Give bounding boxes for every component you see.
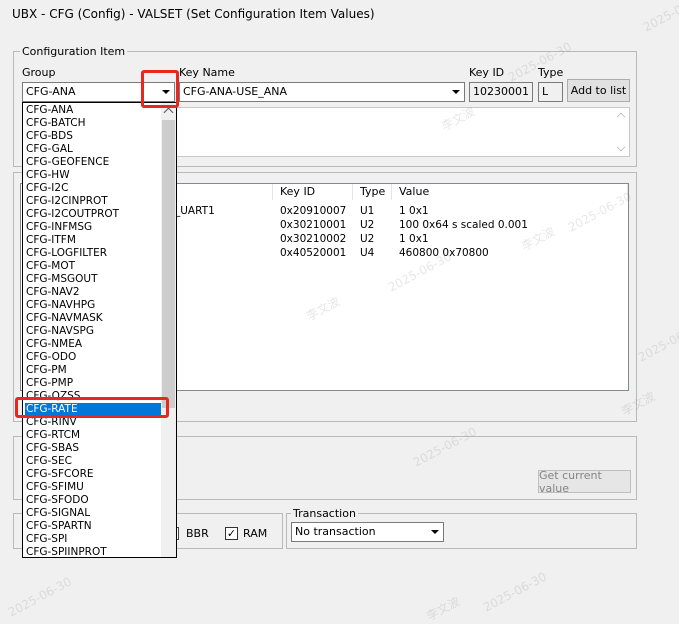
group-dropdown-items: CFG-ANA CFG-BATCH CFG-BDS CFG-GAL CFG-GEOFEN…	[23, 103, 164, 559]
group-option[interactable]: CFG-RTCM	[25, 429, 164, 442]
group-option[interactable]: CFG-SPIINPROT	[25, 546, 164, 559]
group-label: Group	[22, 66, 56, 79]
group-option[interactable]: CFG-SPI	[25, 533, 164, 546]
group-option[interactable]: CFG-SFODO	[25, 494, 164, 507]
row-value: 1 0x1	[399, 205, 429, 217]
key-id-field[interactable]: 10230001	[469, 82, 533, 102]
group-option[interactable]: CFG-GAL	[25, 143, 164, 156]
scroll-down-icon[interactable]	[616, 142, 626, 152]
group-option[interactable]: CFG-NAVSPG	[25, 325, 164, 338]
column-header-value[interactable]: Value	[392, 184, 628, 200]
row-key-id: 0x20910007	[280, 205, 347, 217]
transaction-select-value: No transaction	[295, 525, 376, 538]
group-option[interactable]: CFG-SEC	[25, 455, 164, 468]
group-option[interactable]: CFG-ODO	[25, 351, 164, 364]
group-option[interactable]: CFG-I2COUTPROT	[25, 208, 164, 221]
row-key-id: 0x40520001	[280, 247, 347, 259]
group-option[interactable]: CFG-SIGNAL	[25, 507, 164, 520]
group-option[interactable]: CFG-MSGOUT	[25, 273, 164, 286]
watermark-text: 2025-06-30	[480, 569, 549, 615]
window-title: UBX - CFG (Config) - VALSET (Set Configu…	[12, 7, 375, 21]
group-option[interactable]: CFG-SPARTN	[25, 520, 164, 533]
scrollbar-thumb[interactable]	[162, 120, 175, 408]
group-option[interactable]: CFG-NAV2	[25, 286, 164, 299]
group-option[interactable]: CFG-NAVHPG	[25, 299, 164, 312]
get-current-value-button[interactable]: Get current value	[538, 469, 631, 495]
group-option[interactable]: CFG-ANA	[25, 104, 164, 117]
group-dropdown-list[interactable]: CFG-ANA CFG-BATCH CFG-BDS CFG-GAL CFG-GEOFEN…	[22, 102, 177, 558]
group-select[interactable]: CFG-ANA	[22, 82, 175, 102]
group-select-value: CFG-ANA	[26, 85, 76, 98]
group-option[interactable]: CFG-BATCH	[25, 117, 164, 130]
chevron-down-icon	[430, 529, 439, 534]
group-option[interactable]: CFG-SFCORE	[25, 468, 164, 481]
key-name-select-value: CFG-ANA-USE_ANA	[183, 85, 288, 98]
group-option[interactable]: CFG-SFIMU	[25, 481, 164, 494]
watermark-text: 2025-06-30	[640, 0, 679, 35]
description-box	[175, 107, 630, 157]
group-option[interactable]: CFG-MOT	[25, 260, 164, 273]
group-option[interactable]: CFG-LOGFILTER	[25, 247, 164, 260]
row-value: 1 0x1	[399, 233, 429, 245]
row-name: _UART1	[175, 205, 215, 217]
row-value: 460800 0x70800	[399, 247, 489, 259]
group-option[interactable]: CFG-BDS	[25, 130, 164, 143]
ram-label: RAM	[243, 527, 268, 540]
group-option[interactable]: CFG-SBAS	[25, 442, 164, 455]
row-value: 100 0x64 s scaled 0.001	[399, 219, 528, 231]
column-header-type[interactable]: Type	[353, 184, 392, 200]
group-option[interactable]: CFG-HW	[25, 169, 164, 182]
row-key-id: 0x30210001	[280, 219, 347, 231]
group-option[interactable]: CFG-I2C	[25, 182, 164, 195]
group-option[interactable]: CFG-INFMSG	[25, 221, 164, 234]
column-header-key-id[interactable]: Key ID	[273, 184, 353, 200]
chevron-down-icon	[451, 89, 460, 94]
group-option[interactable]: CFG-PM	[25, 364, 164, 377]
key-name-label: Key Name	[179, 66, 235, 79]
group-option[interactable]: CFG-RATE	[25, 403, 164, 416]
watermark-text: 2025-06-30	[5, 574, 74, 620]
watermark-text: 2025-06-30	[635, 319, 679, 365]
transaction-select[interactable]: No transaction	[291, 522, 444, 542]
key-name-dropdown-button[interactable]	[448, 84, 463, 99]
transaction-legend: Transaction	[291, 507, 358, 520]
transaction-dropdown-button[interactable]	[427, 524, 442, 539]
bbr-label: BBR	[186, 527, 209, 540]
group-option[interactable]: CFG-PMP	[25, 377, 164, 390]
watermark-text: 李文波	[424, 594, 463, 624]
key-id-label: Key ID	[469, 66, 505, 79]
group-option[interactable]: CFG-I2CINPROT	[25, 195, 164, 208]
row-key-id: 0x30210002	[280, 233, 347, 245]
chevron-down-icon	[161, 89, 170, 94]
type-label: Type	[538, 66, 564, 79]
ram-checkbox[interactable]: ✓	[225, 527, 238, 540]
row-type: U4	[360, 247, 375, 259]
group-option[interactable]: CFG-NAVMASK	[25, 312, 164, 325]
group-option[interactable]: CFG-ITFM	[25, 234, 164, 247]
group-option[interactable]: CFG-QZSS	[25, 390, 164, 403]
dropdown-scrollbar[interactable]	[161, 103, 176, 557]
add-to-list-button[interactable]: Add to list	[567, 79, 630, 102]
row-type: U1	[360, 205, 375, 217]
group-option[interactable]: CFG-RINV	[25, 416, 164, 429]
scroll-up-icon[interactable]	[163, 107, 174, 118]
row-type: U2	[360, 233, 375, 245]
group-option[interactable]: CFG-NMEA	[25, 338, 164, 351]
row-type: U2	[360, 219, 375, 231]
group-dropdown-button[interactable]	[158, 84, 173, 99]
key-name-select[interactable]: CFG-ANA-USE_ANA	[179, 82, 465, 102]
group-option[interactable]: CFG-GEOFENCE	[25, 156, 164, 169]
configuration-item-legend: Configuration Item	[20, 45, 128, 58]
type-field[interactable]: L	[538, 82, 563, 102]
scroll-up-icon[interactable]	[616, 112, 626, 122]
checkmark-icon: ✓	[226, 527, 237, 540]
